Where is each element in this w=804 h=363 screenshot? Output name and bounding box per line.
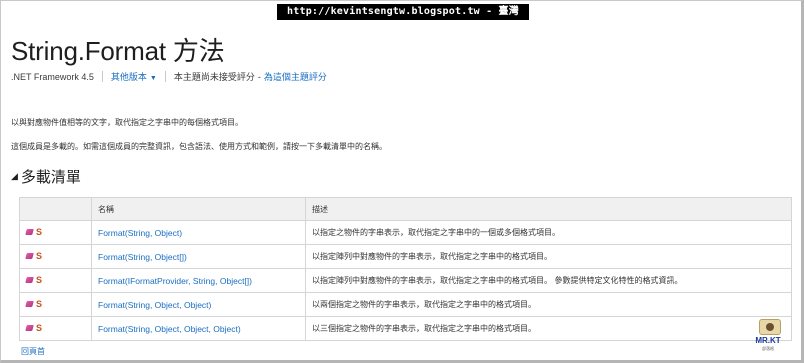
static-member-icon: S (36, 226, 43, 237)
row-icons: S (19, 244, 92, 269)
divider (101, 71, 103, 82)
table-row: S Format(String, Object, Object, Object)… (19, 316, 792, 341)
public-method-icon (25, 229, 34, 236)
overload-link[interactable]: Format(String, Object) (91, 220, 306, 245)
header-icon-col (19, 197, 92, 221)
back-to-top-link[interactable]: 回頁首 (21, 346, 45, 357)
overload-note-paragraph: 這個成員是多載的。如需這個成員的完整資訊，包含語法、使用方式和範例，請按一下多載… (11, 142, 387, 151)
overload-link[interactable]: Format(String, Object, Object) (91, 292, 306, 317)
table-row: S Format(String, Object, Object) 以兩個指定之物… (19, 292, 792, 317)
section-title: 多載清單 (20, 168, 81, 186)
other-versions-dropdown[interactable]: 其他版本 ▼ (111, 70, 157, 83)
overload-description: 以指定陣列中對應物件的字串表示，取代指定之字串中的格式項目。 (305, 244, 792, 269)
logo-tagline: 部落格 (762, 346, 774, 351)
static-member-icon: S (36, 250, 43, 261)
table-row: S Format(IFormatProvider, String, Object… (19, 268, 792, 293)
public-method-icon (25, 301, 34, 308)
row-icons: S (19, 292, 92, 317)
row-icons: S (19, 268, 92, 293)
rate-topic-link[interactable]: 為這個主題評分 (264, 70, 327, 83)
logo-mark-icon (759, 319, 781, 335)
table-header-row: 名稱 描述 (19, 197, 792, 221)
overload-description: 以指定之物件的字串表示，取代指定之字串中的一個或多個格式項目。 (305, 220, 792, 245)
collapse-triangle-icon[interactable]: ◢ (11, 172, 18, 182)
rating-dash: - (257, 71, 261, 82)
static-member-icon: S (36, 322, 43, 333)
public-method-icon (25, 253, 34, 260)
watermark-text: http://kevintsengtw.blogspot.tw - 臺灣 (277, 4, 529, 20)
rating-status: 本主題尚未接受評分 (173, 72, 255, 82)
overload-link[interactable]: Format(String, Object[]) (91, 244, 306, 269)
divider (164, 71, 166, 82)
header-name-col: 名稱 (91, 197, 306, 221)
overload-link[interactable]: Format(String, Object, Object, Object) (91, 316, 306, 341)
summary-paragraph: 以與對應物件值相等的文字，取代指定之字串中的每個格式項目。 (11, 118, 243, 127)
public-method-icon (25, 277, 34, 284)
chevron-down-icon: ▼ (149, 75, 157, 82)
static-member-icon: S (36, 274, 43, 285)
overload-description: 以兩個指定之物件的字串表示，取代指定之字串中的格式項目。 (305, 292, 792, 317)
overload-link[interactable]: Format(IFormatProvider, String, Object[]… (91, 268, 306, 293)
static-member-icon: S (36, 298, 43, 309)
other-versions-label: 其他版本 (110, 72, 147, 82)
section-heading-overloads[interactable]: ◢ 多載清單 (11, 166, 81, 187)
row-icons: S (19, 316, 92, 341)
table-row: S Format(String, Object) 以指定之物件的字串表示，取代指… (19, 220, 792, 245)
public-method-icon (25, 325, 34, 332)
topic-meta-bar: .NET Framework 4.5 其他版本 ▼ 本主題尚未接受評分 - 為這個… (11, 70, 327, 83)
page-title: String.Format 方法 (11, 36, 225, 66)
overload-table: 名稱 描述 S Format(String, Object) 以指定之物件的字串… (19, 197, 792, 341)
overload-description: 以三個指定之物件的字串表示，取代指定之字串中的格式項目。 (305, 316, 792, 341)
blog-logo: MR.KT 部落格 (749, 319, 787, 357)
watermark-banner: http://kevintsengtw.blogspot.tw - 臺灣 (1, 4, 801, 20)
logo-brand: MR.KT (755, 336, 781, 345)
screenshot-frame: http://kevintsengtw.blogspot.tw - 臺灣 Str… (0, 0, 804, 363)
header-desc-col: 描述 (305, 197, 792, 221)
framework-version: .NET Framework 4.5 (11, 71, 94, 82)
overload-description: 以指定陣列中對應物件的字串表示，取代指定之字串中的格式項目。 參數提供特定文化特… (305, 268, 792, 293)
row-icons: S (19, 220, 92, 245)
table-row: S Format(String, Object[]) 以指定陣列中對應物件的字串… (19, 244, 792, 269)
